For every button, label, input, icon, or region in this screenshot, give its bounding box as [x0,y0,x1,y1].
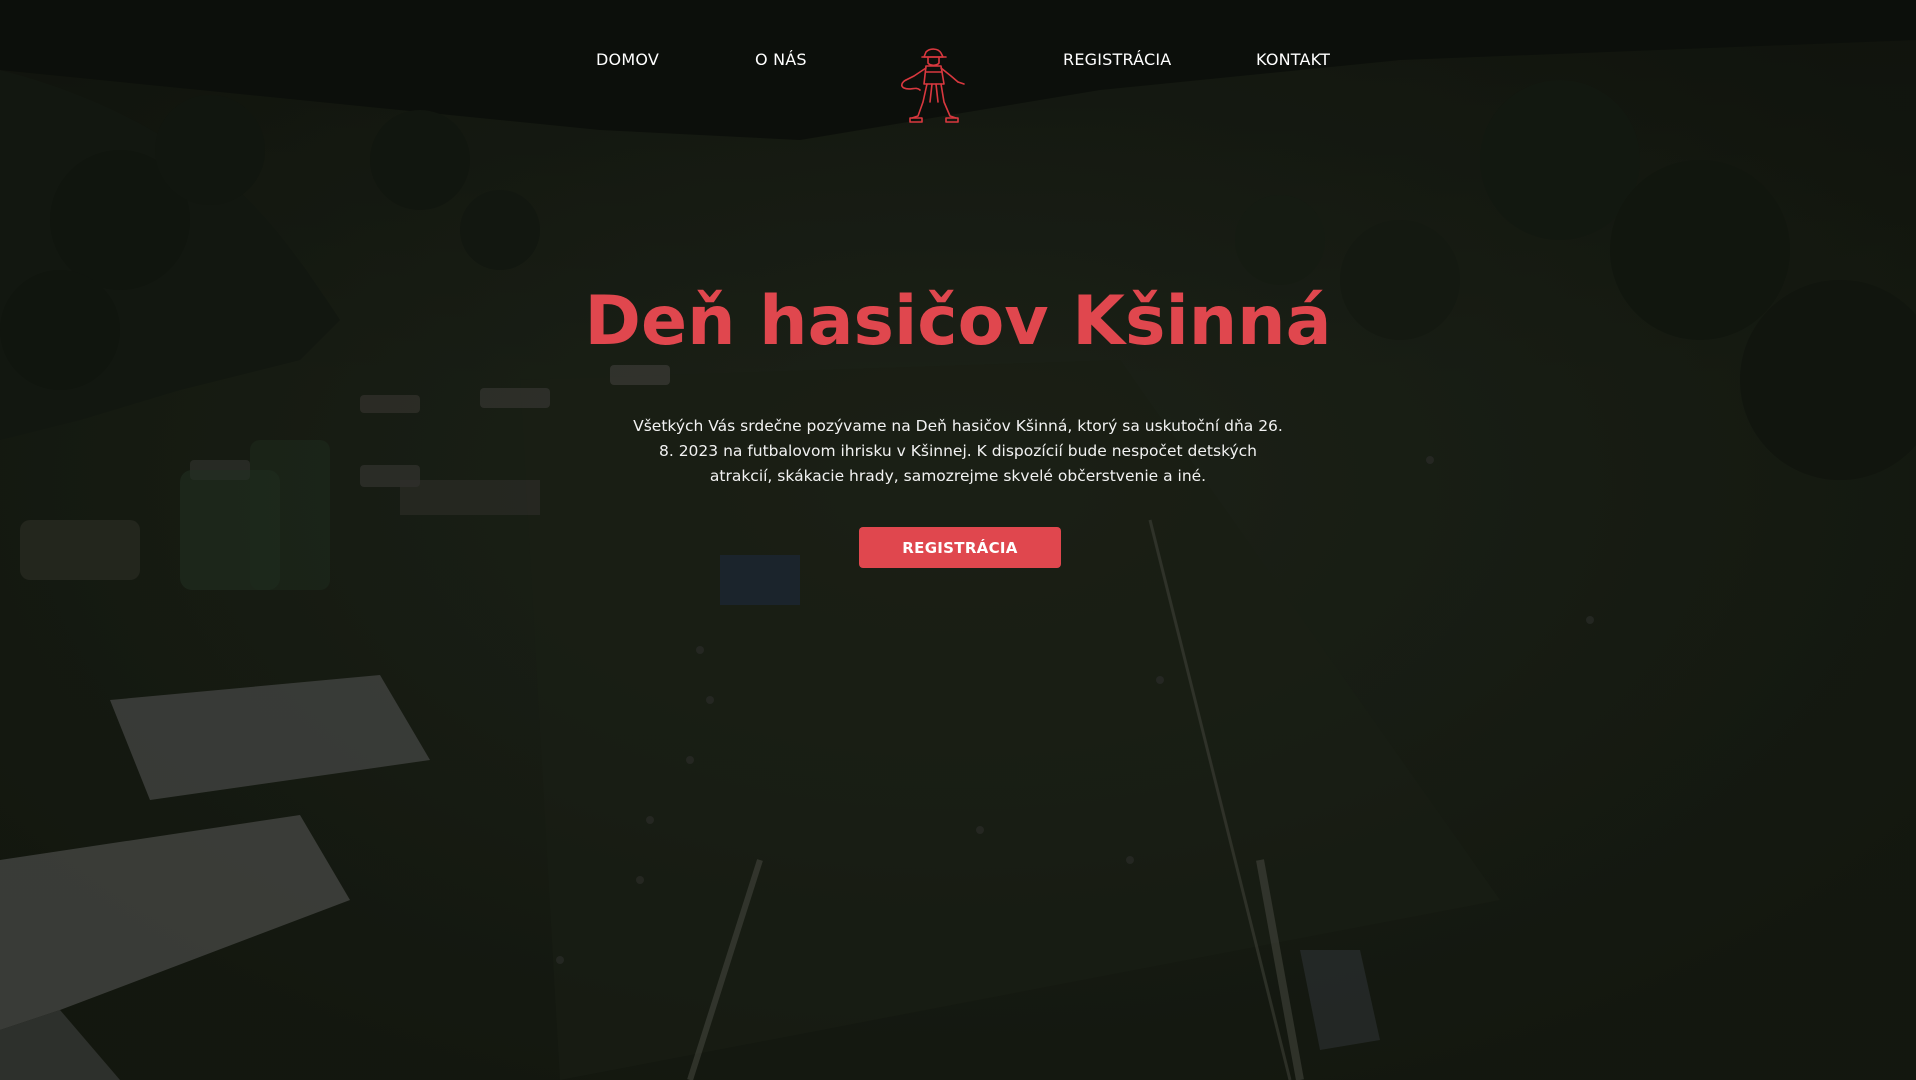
nav-link-kontakt[interactable]: KONTAKT [1256,50,1330,69]
hero-title: Deň hasičov Kšinná [584,282,1332,361]
registration-button[interactable]: REGISTRÁCIA [859,527,1061,568]
hero-description: Všetkých Vás srdečne pozývame na Deň has… [633,417,1283,485]
nav-link-registracia[interactable]: REGISTRÁCIA [1063,50,1171,69]
nav-link-domov[interactable]: DOMOV [596,50,659,69]
main-navigation: DOMOV O NÁS REGISTRÁCIA KONTAKT [0,0,1916,130]
firefighter-logo-icon[interactable] [896,46,966,124]
hero-section: DOMOV O NÁS REGISTRÁCIA KONTAKT Deň hasi… [0,0,1916,1080]
nav-link-o-nas[interactable]: O NÁS [755,50,807,69]
